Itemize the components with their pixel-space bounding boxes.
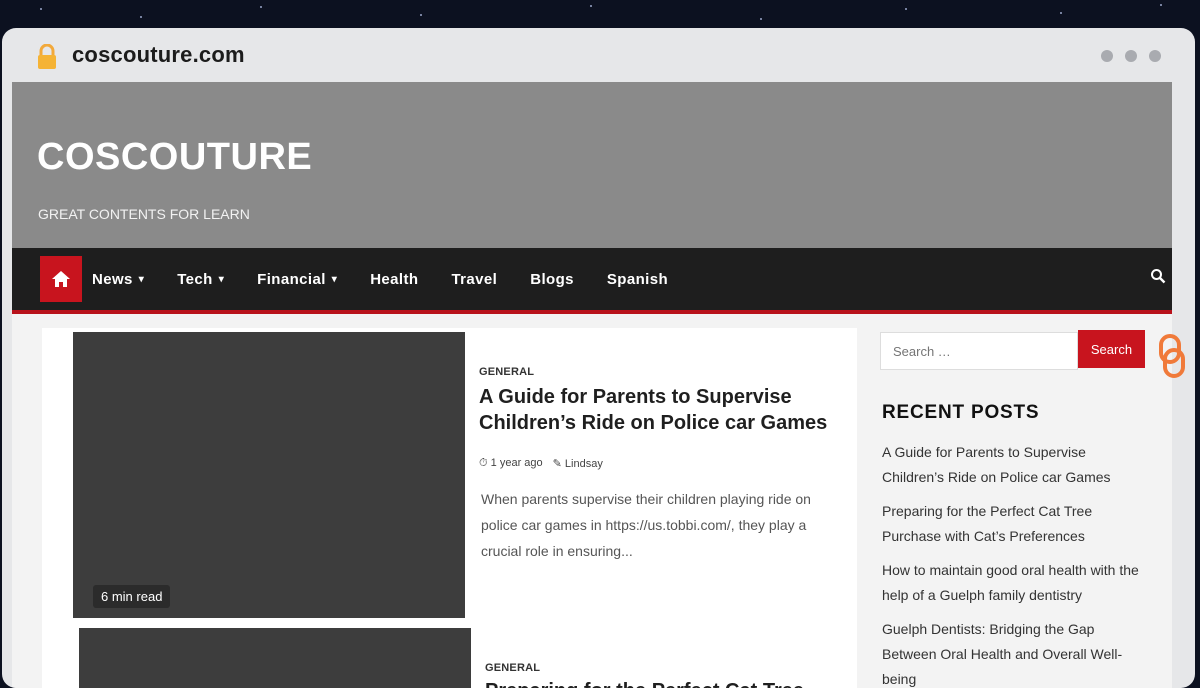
recent-posts-heading: RECENT POSTS	[882, 402, 1040, 423]
post-excerpt: When parents supervise their children pl…	[481, 491, 811, 559]
recent-post-link[interactable]: Guelph Dentists: Bridging the Gap Betwee…	[882, 617, 1147, 688]
post-time-ago: 1 year ago	[490, 457, 543, 469]
window-dot-icon[interactable]	[1149, 50, 1161, 62]
site-tagline: GREAT CONTENTS FOR LEARN	[38, 206, 250, 222]
nav-item-travel[interactable]: Travel	[451, 271, 497, 288]
site-title[interactable]: COSCOUTURE	[37, 136, 312, 179]
search-button[interactable]: Search	[1078, 330, 1145, 368]
sidebar-search	[880, 332, 1085, 370]
guestpostlinks-watermark: GUESTPOSTLINKS	[1159, 334, 1185, 378]
post-date: ⏱ 1 year ago	[479, 457, 543, 470]
site-header: COSCOUTURE GREAT CONTENTS FOR LEARN	[12, 82, 1172, 250]
chevron-down-icon: ▾	[138, 273, 145, 285]
nav-item-blogs[interactable]: Blogs	[530, 271, 574, 288]
post-title[interactable]: Preparing for the Perfect Cat Tree	[485, 678, 845, 688]
clock-icon: ⏱	[479, 457, 488, 469]
url-text[interactable]: coscouture.com	[72, 42, 245, 68]
home-icon	[52, 271, 70, 287]
chevron-down-icon: ▾	[331, 273, 338, 285]
nav-item-label: Blogs	[530, 270, 574, 288]
nav-item-label: Tech	[177, 270, 213, 288]
nav-menu: News ▾ Tech ▾ Financial ▾ Health Travel	[92, 248, 701, 310]
lock-icon	[38, 44, 56, 69]
recent-posts-list: A Guide for Parents to Supervise Childre…	[882, 440, 1147, 688]
post-author[interactable]: ✎ Lindsay	[553, 457, 603, 470]
chevron-down-icon: ▾	[218, 273, 225, 285]
post-meta: ⏱ 1 year ago ✎ Lindsay	[479, 457, 603, 470]
browser-window: coscouture.com COSCOUTURE GREAT CONTENTS…	[2, 28, 1195, 688]
edit-icon: ✎	[552, 458, 562, 470]
post-title[interactable]: A Guide for Parents to Supervise Childre…	[479, 384, 829, 436]
sidebar: Search RECENT POSTS A Guide for Parents …	[880, 328, 1155, 688]
nav-item-financial[interactable]: Financial ▾	[257, 271, 337, 288]
link-icon	[1159, 334, 1185, 378]
window-dot-icon[interactable]	[1125, 50, 1137, 62]
post-author-name: Lindsay	[564, 458, 603, 470]
post-category[interactable]: GENERAL	[485, 662, 540, 674]
window-controls	[1101, 50, 1161, 62]
nav-item-label: Spanish	[606, 270, 669, 288]
post-thumbnail[interactable]: 6 min read	[73, 332, 465, 618]
post-category[interactable]: GENERAL	[479, 366, 534, 378]
nav-item-label: News	[92, 270, 133, 288]
nav-item-tech[interactable]: Tech ▾	[177, 271, 224, 288]
post-thumbnail[interactable]	[79, 628, 471, 688]
nav-item-spanish[interactable]: Spanish	[607, 271, 668, 288]
post-card: 6 min read GENERAL A Guide for Parents t…	[73, 332, 853, 618]
nav-item-health[interactable]: Health	[370, 271, 418, 288]
post-card: GENERAL Preparing for the Perfect Cat Tr…	[79, 628, 859, 688]
main-content: 6 min read GENERAL A Guide for Parents t…	[42, 328, 857, 688]
recent-post-link[interactable]: A Guide for Parents to Supervise Childre…	[882, 440, 1147, 490]
recent-post-link[interactable]: Preparing for the Perfect Cat Tree Purch…	[882, 499, 1147, 549]
window-dot-icon[interactable]	[1101, 50, 1113, 62]
main-navigation: News ▾ Tech ▾ Financial ▾ Health Travel	[12, 248, 1172, 314]
recent-post-link[interactable]: How to maintain good oral health with th…	[882, 558, 1147, 608]
website-viewport: COSCOUTURE GREAT CONTENTS FOR LEARN News…	[12, 82, 1172, 688]
home-button[interactable]	[40, 256, 82, 302]
read-time-badge: 6 min read	[93, 585, 171, 608]
search-input[interactable]	[881, 333, 1085, 369]
nav-item-label: Health	[370, 270, 419, 288]
nav-item-label: Travel	[451, 270, 498, 288]
address-bar[interactable]: coscouture.com	[2, 28, 1195, 80]
nav-item-label: Financial	[257, 270, 326, 288]
nav-item-news[interactable]: News ▾	[92, 271, 144, 288]
